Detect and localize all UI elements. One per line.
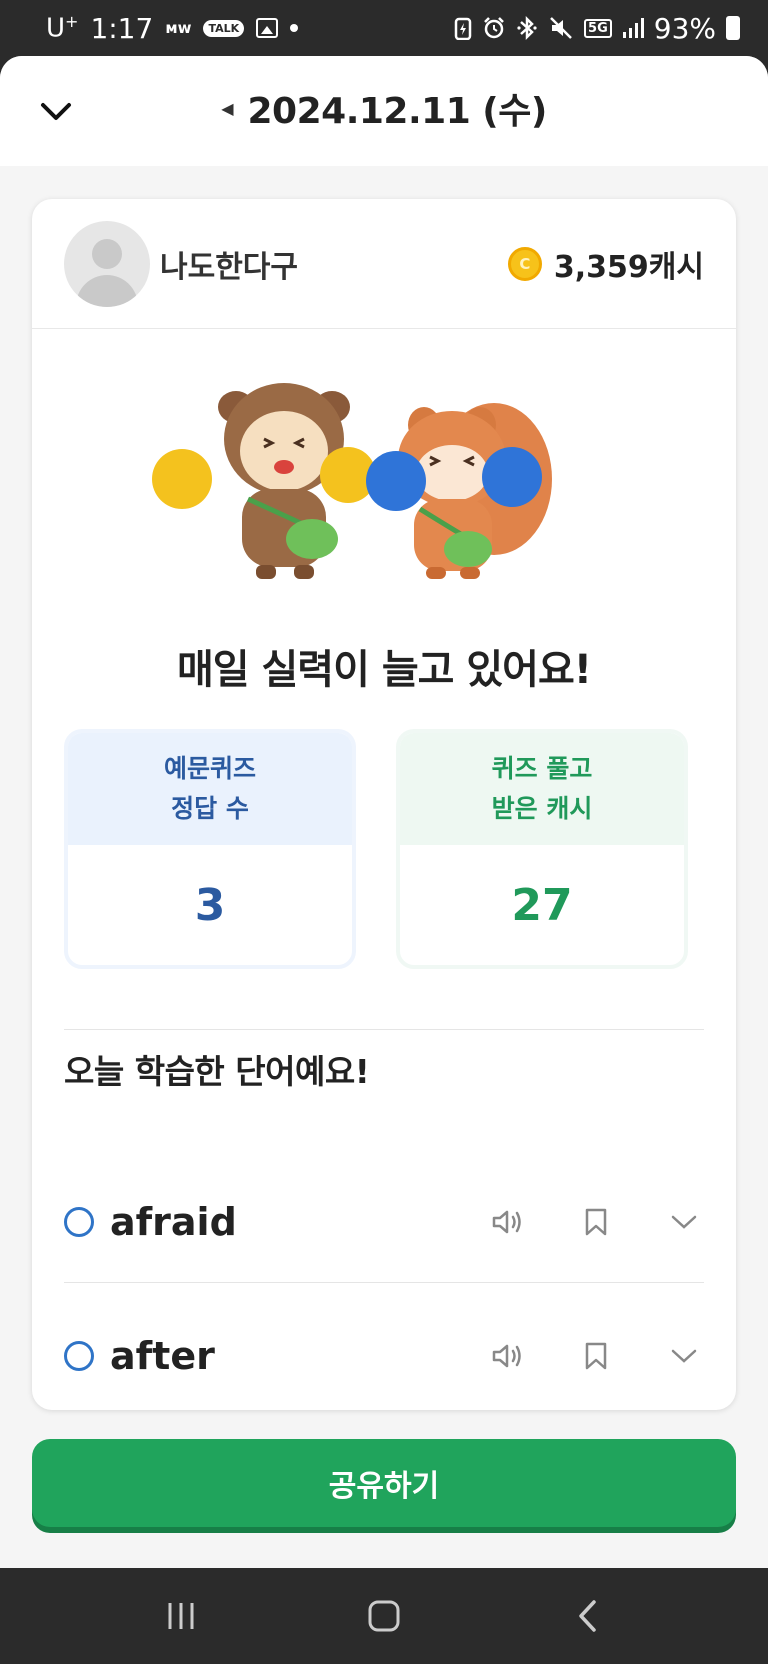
network-5g-icon: 5G <box>584 18 612 38</box>
dot-icon <box>290 24 299 32</box>
caret-left-icon[interactable]: ◀ <box>221 99 233 118</box>
stat-value: 27 <box>511 879 573 931</box>
stat-value: 3 <box>194 879 226 931</box>
mute-icon <box>550 17 572 39</box>
coin-icon: C <box>507 246 542 281</box>
divider <box>64 1029 704 1030</box>
summary-card: 나도한다구 C 3,359캐시 매일 실력이 늘고 있어요! 예문퀴즈 정답 수… <box>32 199 736 1410</box>
cash-value: 3,359캐시 <box>553 249 704 285</box>
avatar <box>64 220 150 307</box>
headline: 매일 실력이 늘고 있어요! <box>176 647 592 693</box>
word-row[interactable]: afraid <box>64 1177 704 1267</box>
circle-mark-icon <box>64 1207 94 1237</box>
home-icon[interactable] <box>354 1586 414 1646</box>
speaker-icon[interactable] <box>488 1202 528 1242</box>
header: ◀ 2024.12.11 (수) <box>0 56 768 166</box>
status-time: 1:17 <box>90 11 154 45</box>
system-nav-bar <box>0 1568 768 1664</box>
bookmark-icon[interactable] <box>576 1336 616 1376</box>
quiz-correct-count-card: 예문퀴즈 정답 수 3 <box>64 729 356 969</box>
battery-saver-icon <box>454 17 472 40</box>
nickname: 나도한다구 <box>160 249 298 285</box>
talk-icon: TALK <box>203 19 245 37</box>
chevron-down-icon[interactable] <box>664 1336 704 1376</box>
profile-row: 나도한다구 C 3,359캐시 <box>32 199 736 329</box>
battery-level: 93% <box>653 11 716 45</box>
circle-mark-icon <box>64 1341 94 1371</box>
carrier-label: U+ <box>46 12 79 44</box>
cheering-mascots-illustration <box>152 383 552 579</box>
battery-icon <box>726 16 740 40</box>
cash-balance: C 3,359캐시 <box>507 242 704 286</box>
section-title: 오늘 학습한 단어예요! <box>64 1052 370 1091</box>
stat-label: 예문퀴즈 정답 수 <box>68 733 352 845</box>
quiz-earned-cash-card: 퀴즈 풀고 받은 캐시 27 <box>396 729 688 969</box>
mw-icon: ᴍᴡ <box>165 19 192 37</box>
status-bar: U+ 1:17 ᴍᴡ TALK 5G 93% <box>0 0 768 56</box>
gallery-icon <box>256 18 279 38</box>
recent-apps-icon[interactable] <box>151 1586 211 1646</box>
back-icon[interactable] <box>557 1586 617 1646</box>
bluetooth-icon <box>517 15 537 41</box>
alarm-icon <box>484 17 504 39</box>
share-button[interactable]: 공유하기 <box>32 1439 736 1527</box>
stat-label: 퀴즈 풀고 받은 캐시 <box>400 733 684 845</box>
divider <box>64 1282 704 1283</box>
chevron-down-icon[interactable] <box>664 1202 704 1242</box>
word-text: afraid <box>110 1200 237 1244</box>
signal-icon <box>622 18 644 38</box>
app-screen: ◀ 2024.12.11 (수) 나도한다구 C 3,359캐시 매일 실력이 … <box>0 56 768 1568</box>
speaker-icon[interactable] <box>488 1336 528 1376</box>
word-row[interactable]: after <box>64 1311 704 1401</box>
page-title: 2024.12.11 (수) <box>247 91 548 132</box>
word-text: after <box>110 1334 215 1378</box>
bookmark-icon[interactable] <box>576 1202 616 1242</box>
